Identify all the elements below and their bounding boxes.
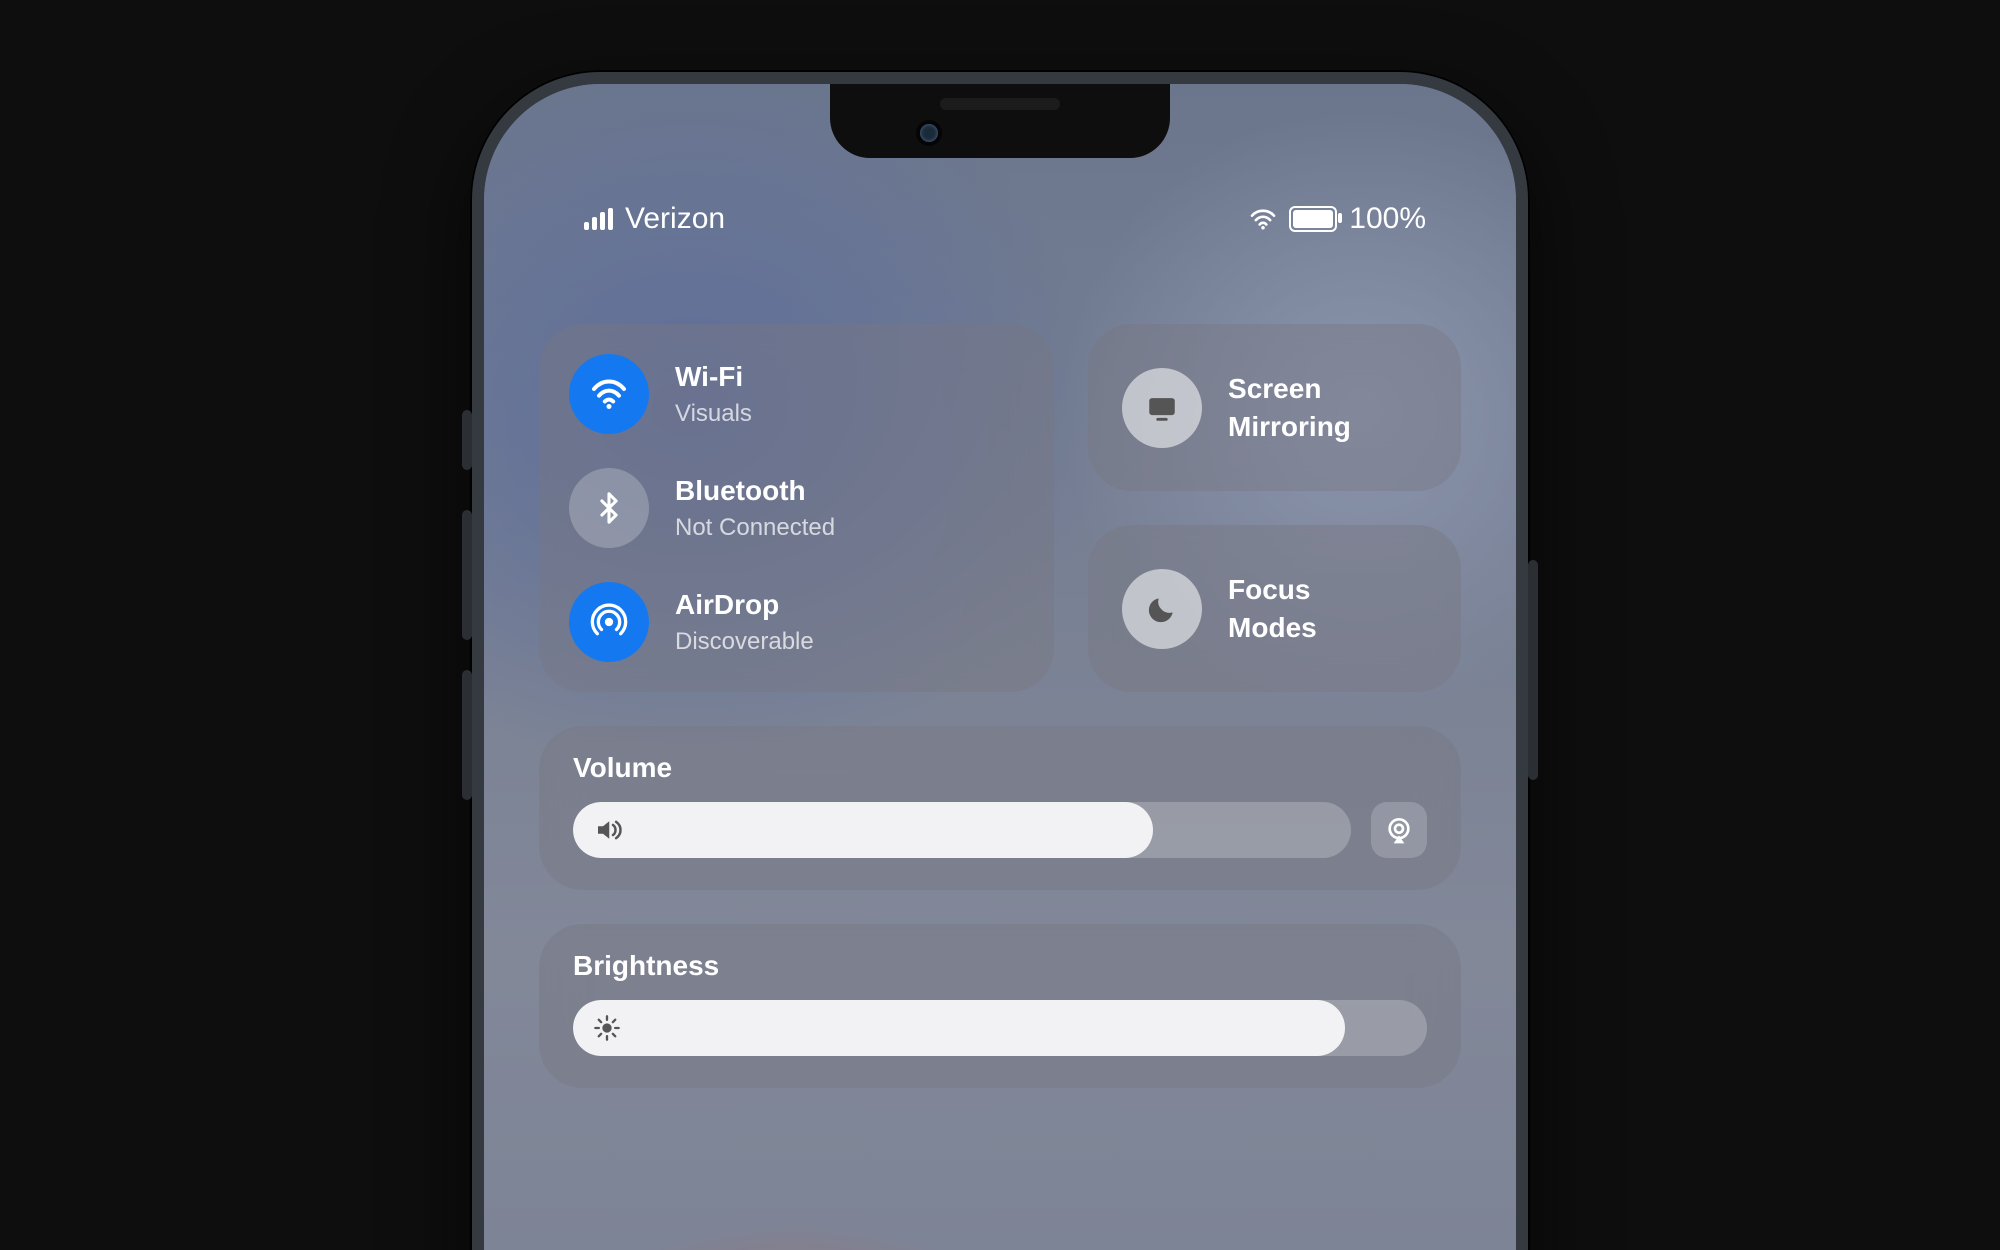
focus-label-2: Modes: [1228, 609, 1317, 647]
airdrop-icon[interactable]: [569, 582, 649, 662]
brightness-label: Brightness: [573, 950, 1427, 982]
bluetooth-icon[interactable]: [569, 468, 649, 548]
bluetooth-control[interactable]: Bluetooth Not Connected: [569, 468, 1024, 548]
screen-mirroring-label-2: Mirroring: [1228, 408, 1351, 446]
carrier-label: Verizon: [625, 202, 725, 236]
airdrop-subtitle: Discoverable: [675, 626, 814, 657]
bluetooth-title: Bluetooth: [675, 473, 835, 509]
screen-mirroring-tile[interactable]: Screen Mirroring: [1088, 324, 1461, 491]
wifi-subtitle: Visuals: [675, 398, 752, 429]
screen-mirroring-label-1: Screen: [1228, 370, 1351, 408]
wifi-title: Wi-Fi: [675, 359, 752, 395]
airplay-icon: [1383, 814, 1415, 846]
power-button: [1528, 560, 1538, 780]
silent-switch: [462, 410, 472, 470]
volume-slider[interactable]: [573, 802, 1351, 858]
airdrop-title: AirDrop: [675, 587, 814, 623]
connectivity-tile[interactable]: Wi-Fi Visuals Bluetooth: [539, 324, 1054, 692]
control-center: Wi-Fi Visuals Bluetooth: [539, 324, 1461, 1250]
cellular-signal-icon: [584, 208, 613, 230]
volume-label: Volume: [573, 752, 1427, 784]
focus-modes-tile[interactable]: Focus Modes: [1088, 525, 1461, 692]
screen-mirroring-icon: [1122, 368, 1202, 448]
display-notch: [830, 84, 1170, 158]
front-camera: [920, 124, 938, 142]
focus-label-1: Focus: [1228, 571, 1317, 609]
battery-percent: 100%: [1349, 202, 1426, 236]
moon-icon: [1122, 569, 1202, 649]
battery-icon: [1289, 206, 1337, 232]
airdrop-control[interactable]: AirDrop Discoverable: [569, 582, 1024, 662]
speaker-icon: [593, 815, 623, 845]
wifi-status-icon: [1249, 208, 1277, 230]
brightness-tile[interactable]: Brightness: [539, 924, 1461, 1088]
brightness-slider[interactable]: [573, 1000, 1427, 1056]
volume-up-button: [462, 510, 472, 640]
iphone-device-frame: Verizon 100%: [470, 70, 1530, 1250]
airplay-audio-button[interactable]: [1371, 802, 1427, 858]
earpiece-speaker: [940, 98, 1060, 110]
phone-screen: Verizon 100%: [484, 84, 1516, 1250]
volume-tile[interactable]: Volume: [539, 726, 1461, 890]
bluetooth-subtitle: Not Connected: [675, 512, 835, 543]
wifi-control[interactable]: Wi-Fi Visuals: [569, 354, 1024, 434]
sun-icon: [593, 1014, 621, 1042]
wifi-icon[interactable]: [569, 354, 649, 434]
status-bar: Verizon 100%: [484, 194, 1516, 244]
volume-down-button: [462, 670, 472, 800]
